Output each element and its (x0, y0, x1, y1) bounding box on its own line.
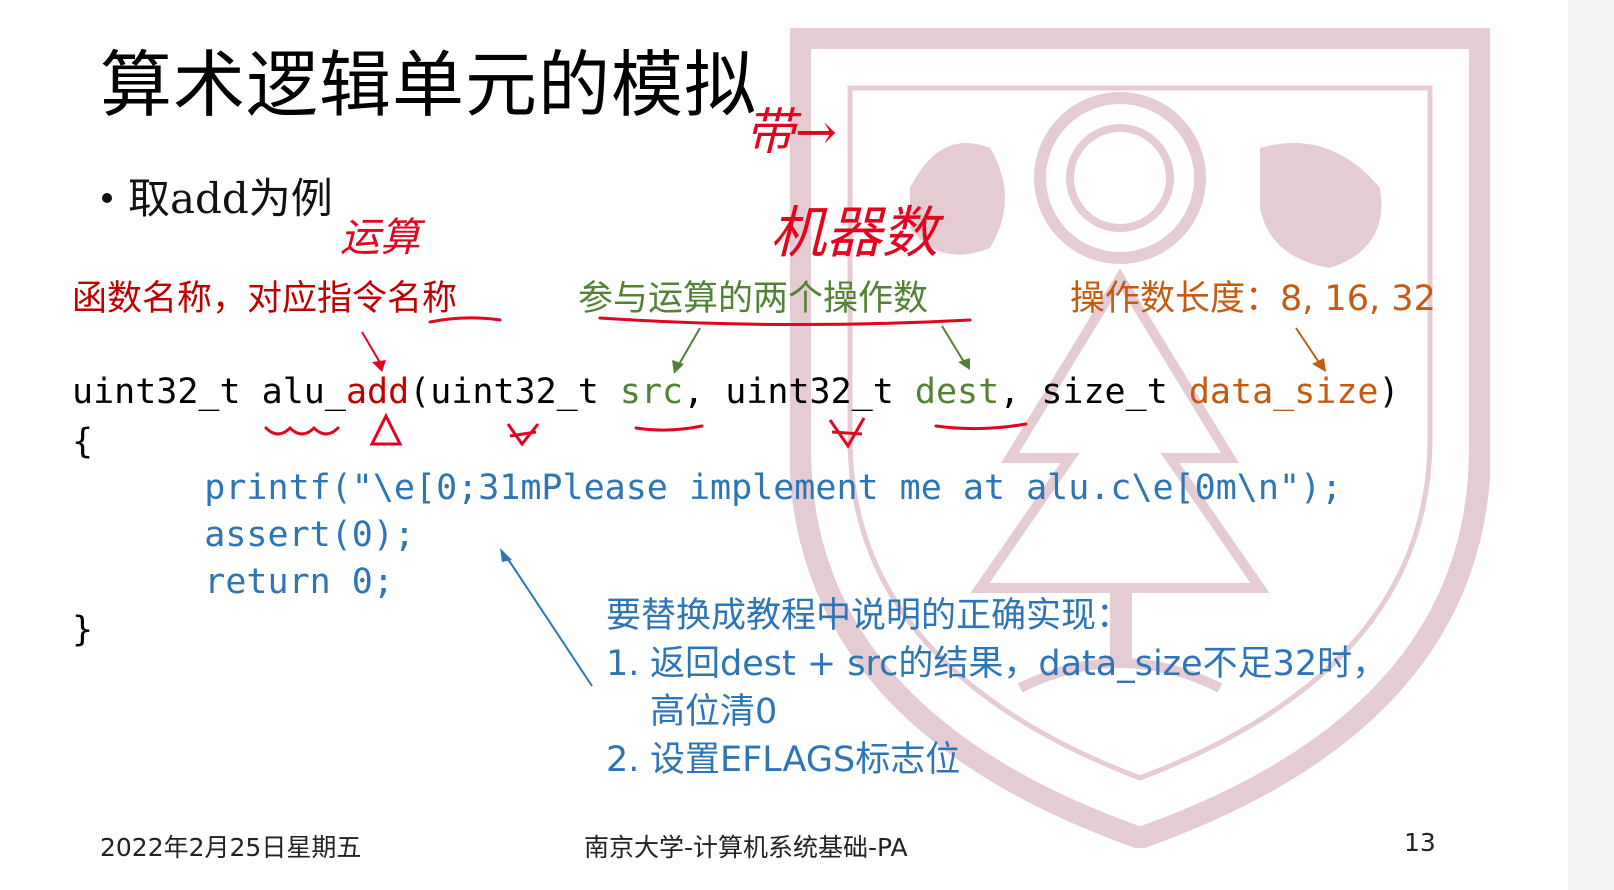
footer-course: 南京大学-计算机系统基础-PA (584, 833, 908, 862)
arrow-note (500, 548, 593, 687)
slide: 算术逻辑单元的模拟 取add为例 函数名称，对应指令名称 参与运算的两个操作数 … (0, 0, 1614, 890)
arrow-function-name (361, 331, 386, 372)
annotation-overlay (264, 316, 1326, 687)
handwritten-underlines (264, 316, 1028, 436)
arrow-src (672, 327, 701, 374)
arrow-data-size (1295, 327, 1326, 372)
footer-page-number: 13 (1404, 828, 1436, 857)
handwritten-marks (369, 412, 866, 449)
arrow-dest (941, 325, 970, 370)
footer-date: 2022年2月25日星期五 (100, 833, 362, 862)
